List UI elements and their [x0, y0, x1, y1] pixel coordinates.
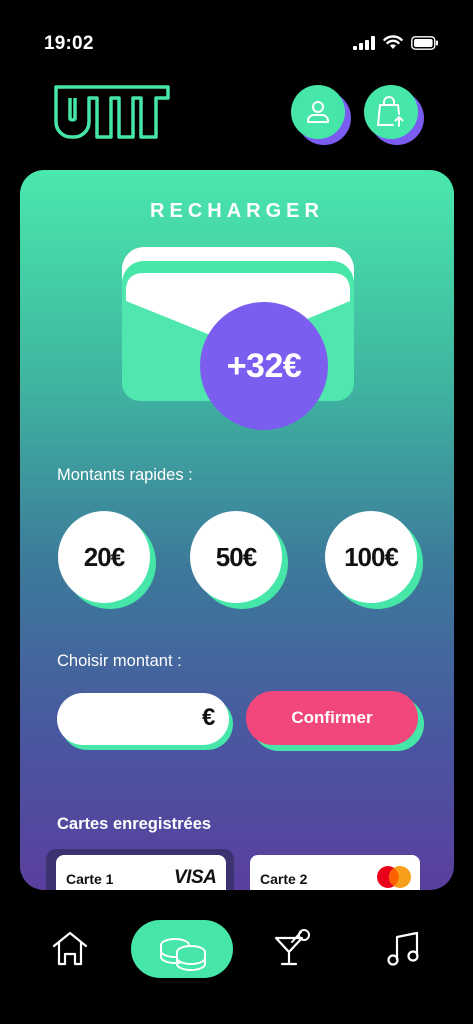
amount-input-wrapper: €: [57, 693, 233, 751]
nav-music[interactable]: [378, 912, 430, 984]
visa-logo: VISA: [174, 867, 217, 888]
euro-symbol: €: [202, 704, 216, 731]
home-icon: [52, 931, 88, 966]
shopping-bag-upload-icon: [377, 96, 404, 127]
card-name: Carte 1: [66, 871, 114, 887]
quick-amount-20[interactable]: 20€: [58, 511, 156, 609]
profile-button[interactable]: [291, 85, 351, 145]
saved-cards-label: Cartes enregistrées: [57, 815, 212, 833]
coins-icon: [160, 938, 206, 971]
nav-drinks[interactable]: [266, 912, 318, 984]
wifi-icon: [383, 35, 403, 49]
confirm-button-wrapper: Confirmer: [246, 691, 426, 751]
quick-amount-label: 50€: [190, 511, 282, 603]
cocktail-icon: [274, 929, 310, 966]
bottom-nav: [0, 912, 473, 984]
saved-card-2[interactable]: Carte 2: [250, 855, 420, 890]
nav-home[interactable]: [44, 912, 96, 984]
status-time: 19:02: [44, 33, 94, 54]
nav-coins[interactable]: [131, 920, 233, 978]
quick-amount-label: 20€: [58, 511, 150, 603]
saved-card-1[interactable]: Carte 1 VISA: [56, 855, 226, 890]
card-name: Carte 2: [260, 871, 308, 887]
quick-amount-100[interactable]: 100€: [325, 511, 423, 609]
quick-amount-label: 100€: [325, 511, 417, 603]
choose-amount-label: Choisir montant :: [57, 652, 182, 670]
recharge-card: RECHARGER +32€ Montants rapides : 20€ 50…: [20, 170, 454, 890]
quick-amount-50[interactable]: 50€: [190, 511, 288, 609]
umi-logo[interactable]: [53, 84, 171, 140]
balance-badge: +32€: [200, 302, 328, 430]
battery-icon: [411, 35, 438, 50]
quick-amounts-label: Montants rapides :: [57, 466, 193, 484]
signal-icon: [353, 35, 375, 50]
status-icons: [353, 35, 439, 50]
confirm-button[interactable]: Confirmer: [246, 691, 418, 745]
shopping-bag-button[interactable]: [364, 85, 424, 145]
mastercard-icon: [377, 866, 411, 888]
music-note-icon: [387, 931, 419, 966]
shopping-bag-button-face: [364, 85, 418, 139]
recharge-title: RECHARGER: [150, 200, 324, 222]
user-icon: [307, 101, 329, 123]
profile-button-face: [291, 85, 345, 139]
